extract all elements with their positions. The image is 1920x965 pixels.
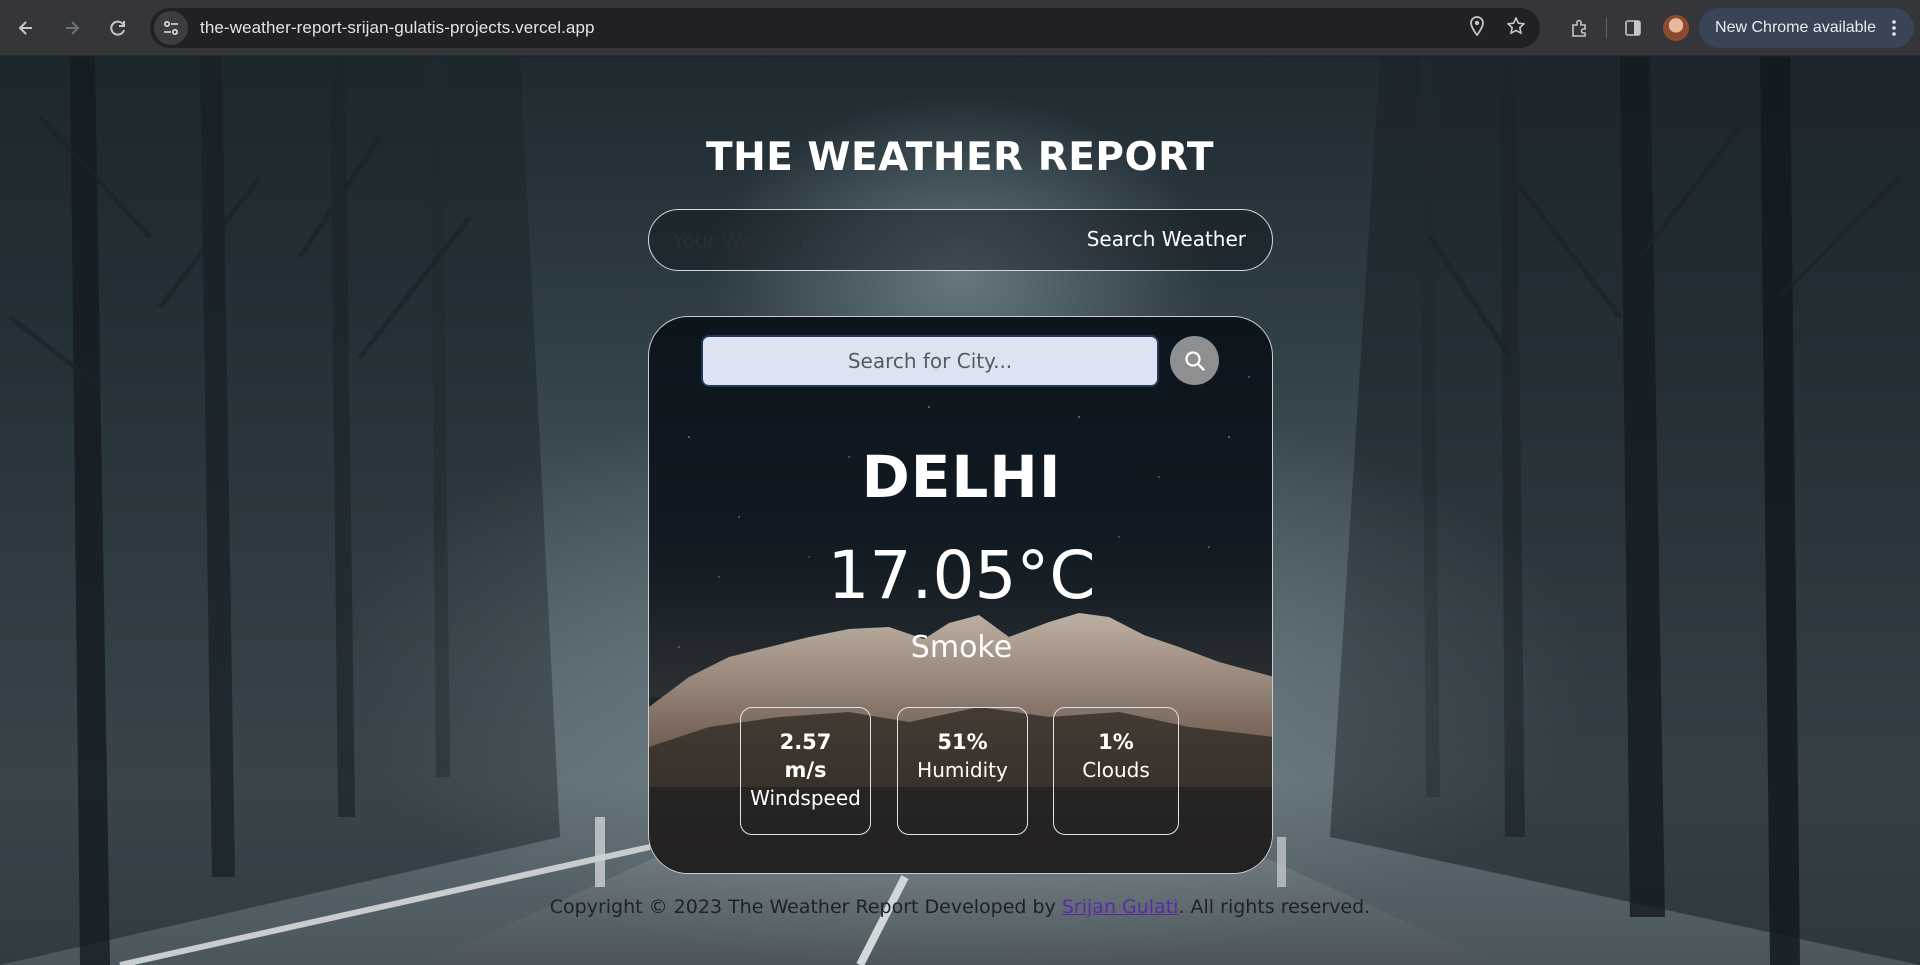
site-title: THE WEATHER REPORT bbox=[705, 135, 1215, 180]
location-icon[interactable] bbox=[1468, 16, 1486, 40]
search-icon bbox=[1184, 350, 1205, 371]
address-bar[interactable]: the-weather-report-srijan-gulatis-projec… bbox=[150, 8, 1540, 48]
humidity-label: Humidity bbox=[917, 758, 1008, 782]
city-name: DELHI bbox=[861, 443, 1062, 511]
reload-icon bbox=[110, 20, 125, 36]
search-weather-button[interactable]: Search Weather bbox=[1087, 227, 1246, 251]
author-link[interactable]: Srijan Gulati bbox=[1062, 896, 1179, 918]
kebab-menu-icon[interactable] bbox=[1884, 18, 1904, 38]
forward-button[interactable] bbox=[52, 8, 92, 48]
toolbar-divider bbox=[1606, 17, 1608, 39]
url-text[interactable]: the-weather-report-srijan-gulatis-projec… bbox=[200, 18, 595, 38]
clouds-label: Clouds bbox=[1082, 758, 1150, 782]
update-label: New Chrome available bbox=[1715, 19, 1876, 36]
forward-icon bbox=[66, 20, 80, 35]
bookmark-star-icon[interactable] bbox=[1506, 16, 1526, 40]
profile-avatar[interactable] bbox=[1663, 15, 1690, 41]
weather-condition: Smoke bbox=[910, 630, 1013, 665]
weather-search-input[interactable]: Your Weather bbox=[673, 229, 806, 253]
side-panel-icon bbox=[1625, 20, 1641, 36]
weather-search-bar: Your Weather Search Weather bbox=[648, 209, 1273, 271]
browser-toolbar: the-weather-report-srijan-gulatis-projec… bbox=[0, 0, 1920, 56]
back-button[interactable] bbox=[6, 8, 46, 48]
footer: Copyright © 2023 The Weather Report Deve… bbox=[0, 896, 1920, 918]
new-chrome-available-button[interactable]: New Chrome available bbox=[1699, 8, 1914, 48]
stat-humidity: 51% Humidity bbox=[897, 707, 1028, 835]
weather-card: Search for City... DELHI 17.05°C Smoke 2… bbox=[648, 316, 1273, 874]
windspeed-label: Windspeed bbox=[750, 786, 861, 810]
stat-clouds: 1% Clouds bbox=[1053, 707, 1179, 835]
footer-prefix: Copyright © 2023 The Weather Report Deve… bbox=[549, 896, 1062, 918]
site-settings-button[interactable] bbox=[154, 11, 188, 45]
windspeed-unit: m/s bbox=[784, 758, 827, 782]
site-settings-icon bbox=[163, 20, 179, 36]
clouds-value: 1% bbox=[1098, 730, 1134, 754]
footer-suffix: . All rights reserved. bbox=[1178, 896, 1371, 918]
city-search-input[interactable]: Search for City... bbox=[701, 335, 1159, 387]
stat-windspeed: 2.57 m/s Windspeed bbox=[740, 707, 871, 835]
page-viewport: THE WEATHER REPORT Your Weather Search W… bbox=[0, 57, 1920, 965]
side-panel-button[interactable] bbox=[1613, 8, 1653, 48]
temperature: 17.05°C bbox=[827, 537, 1096, 614]
extensions-icon bbox=[1572, 19, 1586, 37]
city-search-button[interactable] bbox=[1170, 336, 1219, 385]
reload-button[interactable] bbox=[98, 8, 138, 48]
windspeed-value: 2.57 bbox=[779, 730, 832, 754]
extensions-button[interactable] bbox=[1560, 8, 1600, 48]
back-icon bbox=[18, 20, 32, 35]
humidity-value: 51% bbox=[937, 730, 988, 754]
